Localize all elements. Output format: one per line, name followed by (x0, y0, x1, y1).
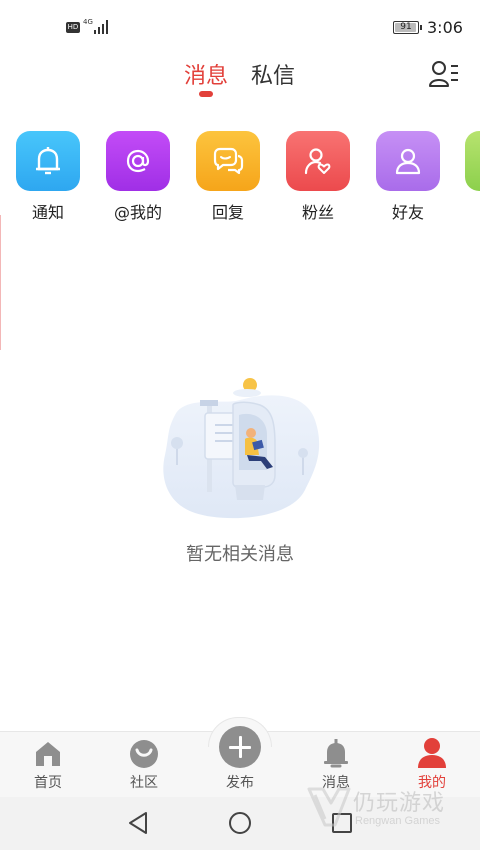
battery-level: 91 (400, 22, 412, 32)
user-icon (418, 738, 446, 768)
network-type: 4G (83, 18, 93, 26)
watermark-subtitle: Rengwan Games (355, 815, 440, 827)
status-time: 3:06 (427, 18, 463, 37)
tab-messages[interactable]: 消息 (184, 58, 228, 90)
community-smile-icon (130, 740, 158, 768)
watermark-logo-icon (307, 787, 351, 827)
at-icon (126, 149, 150, 173)
watermark: 仍玩游戏 Rengwan Games (305, 785, 475, 835)
tab-private-messages[interactable]: 私信 (251, 58, 295, 90)
bell-icon (36, 147, 60, 175)
nav-label: 发布 (226, 775, 254, 791)
edge-divider (0, 215, 1, 350)
category-label: 粉丝 (301, 203, 334, 222)
category-fans[interactable]: 粉丝 (286, 131, 350, 222)
home-icon (36, 742, 60, 766)
category-label: 通知 (31, 203, 64, 222)
category-tile (376, 131, 440, 191)
hd-badge: HD (66, 22, 80, 33)
active-tab-indicator (199, 91, 213, 97)
person-icon (395, 148, 421, 175)
category-label: @我的 (113, 203, 162, 222)
bell-icon (324, 739, 348, 768)
status-bar: HD 4G 91 3:06 (0, 0, 480, 52)
signal-icon (94, 20, 110, 34)
home-circle-icon[interactable] (228, 811, 252, 835)
category-tile (196, 131, 260, 191)
category-tile (286, 131, 350, 191)
category-notifications[interactable]: 通知 (16, 131, 80, 222)
nav-label: 首页 (34, 775, 62, 791)
chat-bubbles-icon (213, 147, 244, 175)
category-replies[interactable]: 回复 (196, 131, 260, 222)
nav-community[interactable]: 社区 (104, 732, 184, 798)
category-friends[interactable]: 好友 (376, 131, 440, 222)
category-tile-partial[interactable] (465, 131, 480, 191)
category-label: 回复 (211, 203, 244, 222)
empty-state-text: 暂无相关消息 (186, 544, 294, 565)
category-tile (106, 131, 170, 191)
watermark-title: 仍玩游戏 (353, 791, 446, 816)
nav-home[interactable]: 首页 (8, 732, 88, 798)
back-triangle-icon[interactable] (127, 811, 149, 835)
category-tile (16, 131, 80, 191)
contacts-list-icon[interactable] (429, 60, 459, 88)
category-label: 好友 (391, 203, 424, 222)
battery-icon: 91 (393, 21, 422, 34)
publish-plus-icon[interactable] (219, 726, 261, 768)
fan-heart-icon (304, 148, 331, 175)
nav-label: 社区 (130, 775, 158, 791)
mailbox-reading-illustration (163, 378, 320, 519)
category-mentions[interactable]: @我的 (106, 131, 170, 222)
